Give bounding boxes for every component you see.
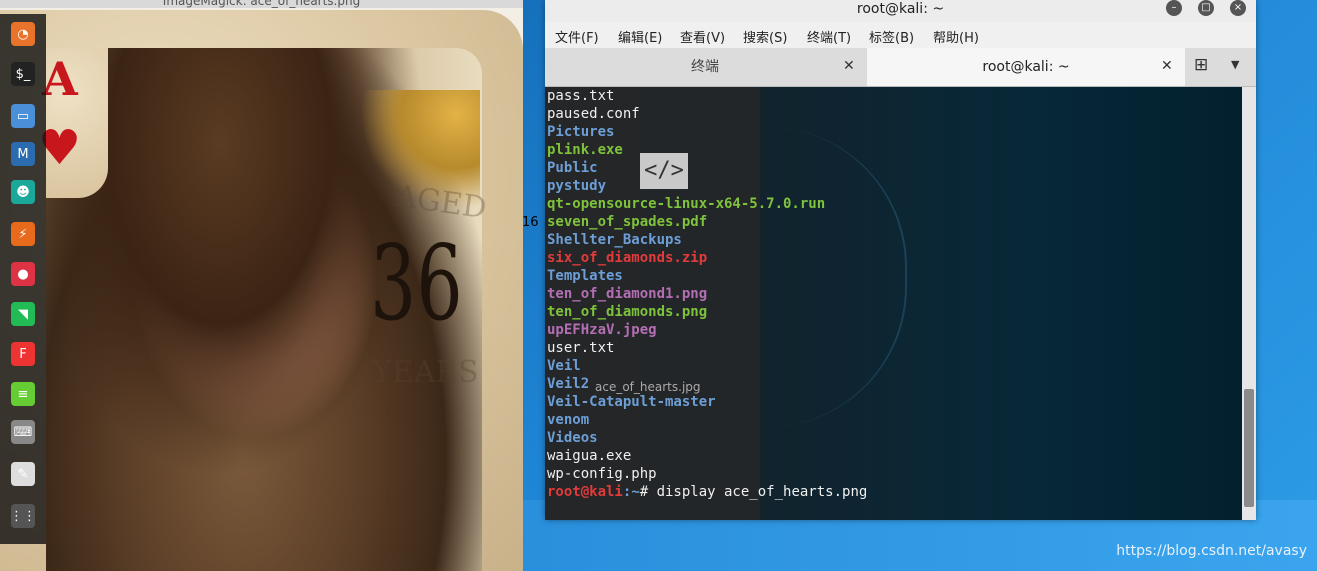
menu-help[interactable]: 帮助(H) xyxy=(933,27,979,46)
terminal-line: paused.conf xyxy=(547,106,640,122)
menu-terminal[interactable]: 终端(T) xyxy=(807,27,851,46)
faraday-icon[interactable]: F xyxy=(11,342,35,366)
application-dock: ◔ $_ ▭ M ☻ ⚡ ● ◥ F ≡ ⌨ ✎ ⋮⋮ xyxy=(0,14,46,544)
metasploit-icon[interactable]: M xyxy=(11,142,35,166)
tab-label: 终端 xyxy=(691,59,719,75)
command-prompt-line[interactable]: root@kali:~# display ace_of_hearts.png xyxy=(547,483,867,501)
terminal-line: venom xyxy=(547,412,590,428)
tab-label: root@kali: ~ xyxy=(982,59,1070,75)
menu-tabs[interactable]: 标签(B) xyxy=(869,27,914,46)
terminal-line: seven_of_spades.pdf xyxy=(547,214,708,230)
window-title: root@kali: ~ xyxy=(856,1,945,17)
tab-bar: 终端 ✕ root@kali: ~ ✕ ⊞ ▼ xyxy=(545,48,1256,87)
terminal-line: Templates xyxy=(547,268,623,284)
menu-search[interactable]: 搜索(S) xyxy=(743,27,787,46)
stray-number: 16 xyxy=(522,215,539,230)
terminal-line: upEFHzaV.jpeg xyxy=(547,322,657,338)
age-number: 36 xyxy=(370,222,463,344)
terminal-line: pass.txt xyxy=(547,88,615,104)
terminal-line: ten_of_diamonds.png xyxy=(547,304,708,320)
terminal-line: Veil xyxy=(547,358,581,374)
tab-root-kali[interactable]: root@kali: ~ xyxy=(867,48,1185,86)
scroll-thumb[interactable] xyxy=(1244,389,1254,507)
prompt-symbol: # xyxy=(639,484,657,500)
terminal-lines: pass.txt paused.conf Pictures plink.exe Publ… xyxy=(547,87,867,501)
terminal-scrollbar[interactable] xyxy=(1242,87,1256,520)
command-text[interactable]: display ace_of_hearts.png xyxy=(657,484,868,500)
terminal-line: Pictures xyxy=(547,124,615,140)
menu-view[interactable]: 查看(V) xyxy=(680,27,725,46)
tab-close-icon[interactable]: ✕ xyxy=(1161,58,1173,74)
prompt-user: root@kali xyxy=(547,484,623,500)
terminal-line: plink.exe xyxy=(547,142,623,158)
tab-terminal[interactable]: 终端 xyxy=(545,48,865,86)
close-icon[interactable]: × xyxy=(1230,0,1246,16)
terminal-line: Veil-Catapult-master xyxy=(547,394,716,410)
menu-edit[interactable]: 编辑(E) xyxy=(618,27,662,46)
menu-file[interactable]: 文件(F) xyxy=(555,27,599,46)
menu-bar: 文件(F) 编辑(E) 查看(V) 搜索(S) 终端(T) 标签(B) 帮助(H… xyxy=(545,24,1256,46)
terminal-line: six_of_diamonds.zip xyxy=(547,250,708,266)
terminal-line: qt-opensource-linux-x64-5.7.0.run xyxy=(547,196,826,212)
terminal-line: Public xyxy=(547,160,598,176)
burpsuite-icon[interactable]: ⚡ xyxy=(11,222,35,246)
watermark: https://blog.csdn.net/avasy xyxy=(1116,543,1307,559)
viewer-title: ImageMagick: ace_of_hearts.png xyxy=(0,0,523,8)
leafpad-icon[interactable]: ≡ xyxy=(11,382,35,406)
chevron-down-icon[interactable]: ▼ xyxy=(1231,58,1239,71)
terminal-line: waigua.exe xyxy=(547,448,632,464)
terminal-line: user.txt xyxy=(547,340,615,356)
card-rank: A xyxy=(42,52,78,106)
years-text: YEARS xyxy=(372,355,479,390)
armitage-icon[interactable]: ☻ xyxy=(11,180,35,204)
maltego-icon[interactable]: ● xyxy=(11,262,35,286)
keyboard-icon[interactable]: ⌨ xyxy=(11,420,35,444)
terminal-line: wp-config.php xyxy=(547,466,657,482)
firefox-icon[interactable]: ◔ xyxy=(11,22,35,46)
terminal-line: pystudy xyxy=(547,178,607,194)
prompt-path: :~ xyxy=(622,484,640,500)
files-icon[interactable]: ▭ xyxy=(11,104,35,128)
terminal-line: ten_of_diamond1.png xyxy=(547,286,708,302)
cutycapt-icon[interactable]: ✎ xyxy=(11,462,35,486)
terminal-output[interactable]: </> ace_of_hearts.jpg pass.txt paused.con… xyxy=(545,87,1242,520)
terminal-line: Videos xyxy=(547,430,598,446)
terminal-line: Shellter_Backups xyxy=(547,232,682,248)
terminal-line: Veil2 xyxy=(547,376,590,392)
window-titlebar[interactable]: root@kali: ~ – □ × xyxy=(545,0,1256,22)
maximize-icon[interactable]: □ xyxy=(1198,0,1214,16)
new-tab-icon[interactable]: ⊞ xyxy=(1194,55,1208,75)
image-viewer-window[interactable]: ImageMagick: ace_of_hearts.png AGED 36 Y… xyxy=(0,0,523,571)
tab-close-icon[interactable]: ✕ xyxy=(843,58,855,74)
beef-icon[interactable]: ◥ xyxy=(11,302,35,326)
minimize-icon[interactable]: – xyxy=(1166,0,1182,16)
terminal-window[interactable]: root@kali: ~ – □ × 文件(F) 编辑(E) 查看(V) 搜索(… xyxy=(545,0,1256,520)
terminal-icon[interactable]: $_ xyxy=(11,62,35,86)
app-grid-icon[interactable]: ⋮⋮ xyxy=(10,504,36,528)
